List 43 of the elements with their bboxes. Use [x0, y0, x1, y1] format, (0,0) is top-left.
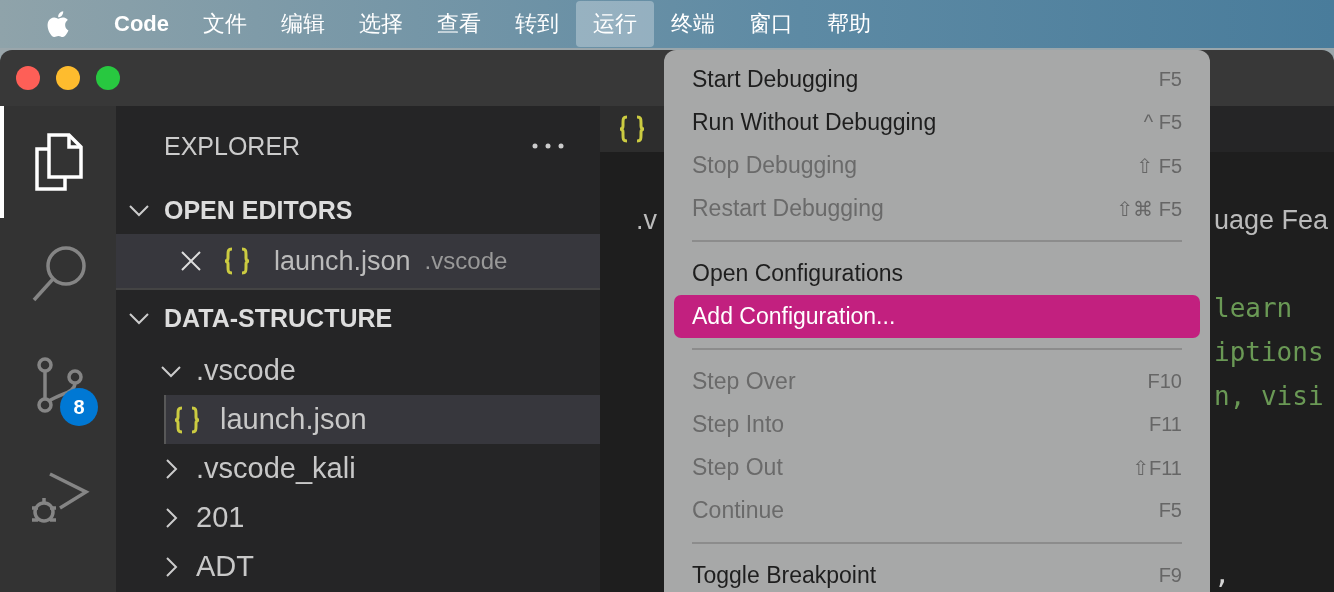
count-badge: 8	[60, 388, 98, 426]
menu-item[interactable]: 文件	[186, 1, 264, 47]
file-item[interactable]: launch.json	[164, 395, 600, 444]
more-icon[interactable]	[532, 143, 564, 149]
minimize-button[interactable]	[56, 66, 80, 90]
menu-item[interactable]: Add Configuration...	[674, 295, 1200, 338]
folder-item[interactable]: .vscode_kali	[116, 444, 600, 493]
code-text: learn	[1214, 293, 1293, 323]
branch-icon	[35, 357, 85, 415]
menu-item[interactable]: 选择	[342, 1, 420, 47]
menu-item[interactable]: 查看	[420, 1, 498, 47]
code-text: n, visi	[1214, 381, 1324, 411]
menu-item[interactable]: 运行	[576, 1, 654, 47]
code-text: uage Fea	[1214, 204, 1329, 236]
folder-item[interactable]: ADT	[116, 542, 600, 591]
code-text: .v	[636, 204, 657, 236]
editor-tab[interactable]	[600, 106, 664, 152]
menu-item[interactable]: 窗口	[732, 1, 810, 47]
menu-item[interactable]: 终端	[654, 1, 732, 47]
json-file-icon	[619, 115, 645, 143]
menu-item[interactable]: Open Configurations	[674, 252, 1200, 295]
menu-item[interactable]: Toggle Breakpoint F9	[674, 554, 1200, 592]
activity-item[interactable]: 8	[0, 330, 116, 442]
file-path: .vscode	[424, 247, 508, 275]
app-menu[interactable]: Code	[102, 1, 186, 47]
file-name: launch.json	[274, 245, 411, 277]
menu-item[interactable]: 编辑	[264, 1, 342, 47]
close-button[interactable]	[16, 66, 40, 90]
code-text: iptions	[1214, 337, 1324, 367]
json-file-icon	[174, 405, 200, 434]
menu-item[interactable]: 转到	[498, 1, 576, 47]
folder-item[interactable]: .vscode	[116, 346, 600, 395]
close-icon[interactable]	[180, 250, 202, 272]
open-editor-item[interactable]: launch.json .vscode	[116, 234, 600, 288]
json-file-icon	[224, 247, 250, 275]
menu-item[interactable]: Run Without Debugging ^ F5	[674, 101, 1200, 144]
menu-item[interactable]: 帮助	[810, 1, 888, 47]
sidebar-title: EXPLORER	[164, 131, 301, 161]
folder-item[interactable]: 201	[116, 493, 600, 542]
zoom-button[interactable]	[96, 66, 120, 90]
section-header[interactable]: OPEN EDITORS	[116, 186, 600, 234]
code-text: ,	[1214, 556, 1232, 589]
menu-item[interactable]: Start Debugging F5	[674, 58, 1200, 101]
